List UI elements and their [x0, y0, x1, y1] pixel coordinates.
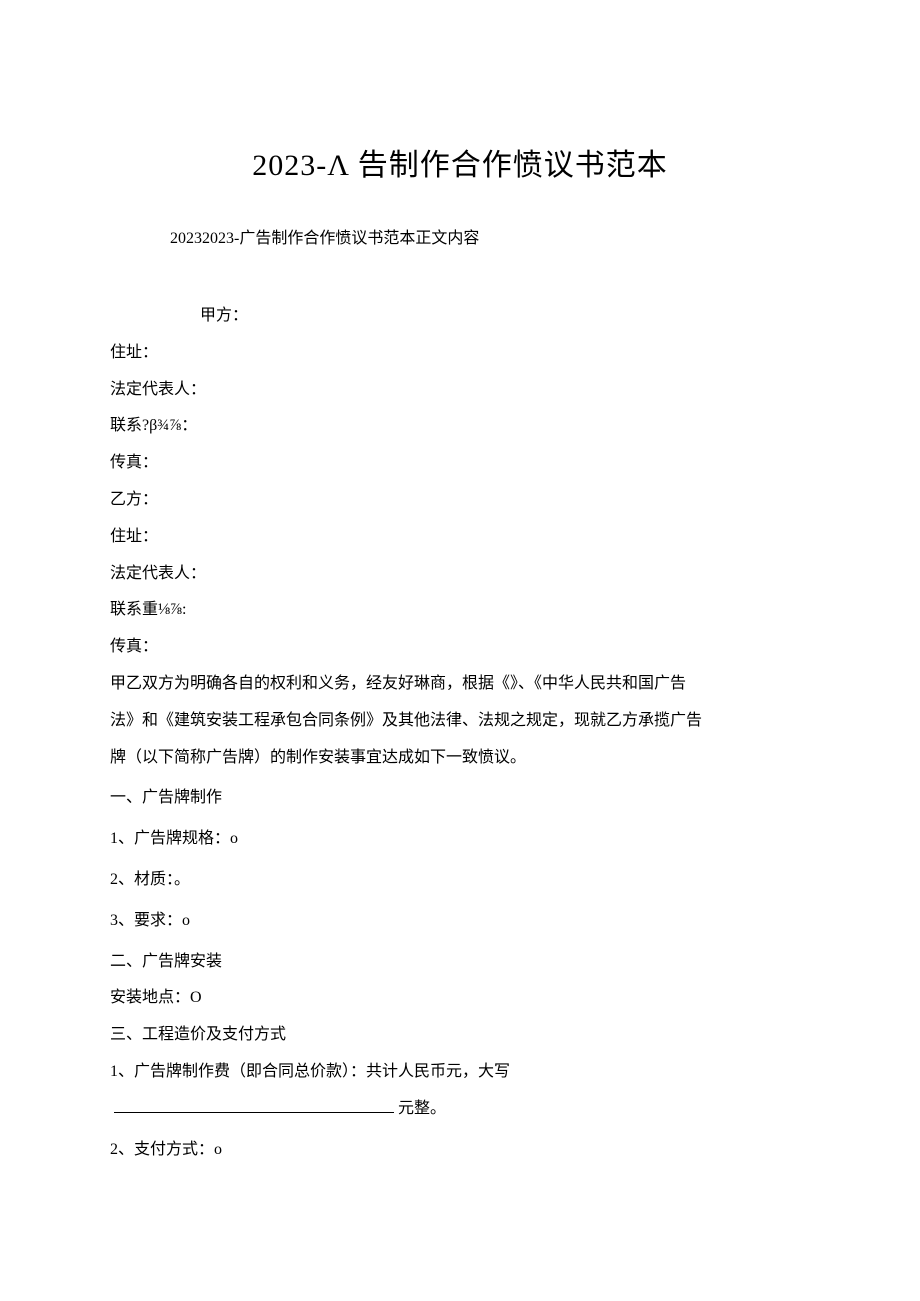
section-1-item-3: 3、要求：o — [110, 903, 810, 940]
section-3-item-1: 1、广告牌制作费（即合同总价款）：共计人民币元，大写 — [110, 1054, 810, 1091]
fax-a-label: 传真： — [110, 445, 810, 482]
section-3-item-2: 2、支付方式：o — [110, 1132, 810, 1169]
intro-line-1: 甲乙双方为明确各自的权利和义务，经友好琳商，根据《》、《中华人民共和国广告 — [110, 666, 810, 703]
intro-line-3: 牌（以下简称广告牌）的制作安装事宜达成如下一致愤议。 — [110, 740, 810, 777]
section-2-heading: 二、广告牌安装 — [110, 944, 810, 981]
document-title: 2023-Λ 告制作合作愤议书范本 — [110, 140, 810, 184]
document-page: 2023-Λ 告制作合作愤议书范本 20232023-广告制作合作愤议书范本正文… — [0, 0, 920, 1228]
document-subtitle: 20232023-广告制作合作愤议书范本正文内容 — [110, 224, 810, 248]
contact-b-label: 联系重⅛⅞: — [110, 592, 810, 629]
legal-rep-a-label: 法定代表人： — [110, 372, 810, 409]
address-b-label: 住址： — [110, 519, 810, 556]
section-1-heading: 一、广告牌制作 — [110, 780, 810, 817]
legal-rep-b-label: 法定代表人： — [110, 556, 810, 593]
contact-a-label: 联系?β¾⅞： — [110, 408, 810, 445]
section-2-item-1: 安装地点：O — [110, 980, 810, 1017]
section-3-item-1-suffix: 元整。 — [398, 1100, 446, 1117]
blank-fill-line — [114, 1112, 394, 1113]
section-1-item-2: 2、材质：。 — [110, 862, 810, 899]
section-3-item-1-blank: 元整。 — [110, 1091, 810, 1128]
party-b-label: 乙方： — [110, 482, 810, 519]
section-3-heading: 三、工程造价及支付方式 — [110, 1017, 810, 1054]
intro-line-2: 法》和《建筑安装工程承包合同条例》及其他法律、法规之规定，现就乙方承揽广告 — [110, 703, 810, 740]
fax-b-label: 传真： — [110, 629, 810, 666]
party-a-label: 甲方： — [110, 298, 810, 335]
address-a-label: 住址： — [110, 335, 810, 372]
section-1-item-1: 1、广告牌规格：o — [110, 821, 810, 858]
